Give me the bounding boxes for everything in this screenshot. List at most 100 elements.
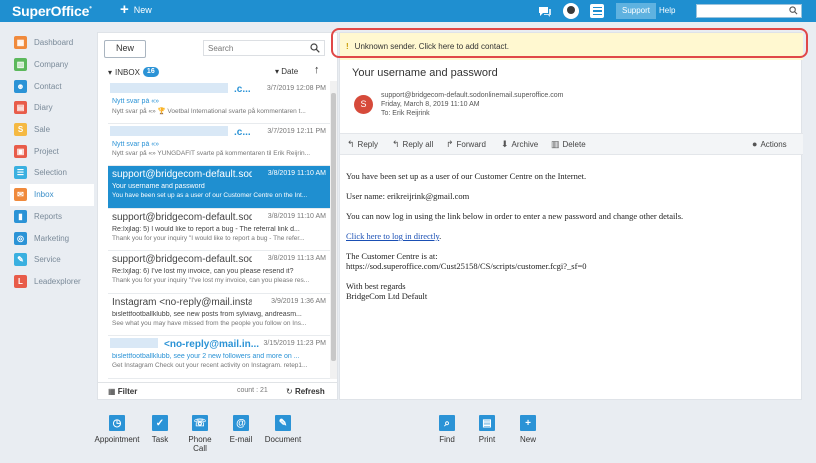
appointment-button[interactable]: ◷ Appointment [94,415,140,444]
sidebar-item-label: Reports [34,211,63,221]
chat-icon[interactable] [537,3,553,19]
message-date: 3/9/2019 1:36 AM [271,297,326,305]
help-button[interactable]: Help [659,3,675,19]
sender-address[interactable]: support@bridgecom-default.sodonlinemail.… [381,91,563,100]
list-footer: ▦ Filter count : 21 ↻ Refresh [98,382,337,400]
action-label: Document [264,435,302,444]
action-label: Task [151,435,169,444]
message-meta: support@bridgecom-default.sodonlinemail.… [381,91,563,118]
sidebar-item-label: Company [34,60,69,70]
sidebar-item-marketing[interactable]: ◎ Marketing [10,227,94,249]
login-link[interactable]: Click here to log in directly [346,231,439,241]
message-date: 3/7/2019 12:11 PM [267,127,326,135]
message-subject: Re:Ixjlag: 5) I would like to report a b… [112,225,300,233]
archive-button[interactable]: ⬇ Archive [501,139,538,150]
list-item[interactable]: .c... 3/7/2019 12:11 PM Nytt svar på «» Nyt… [108,124,330,166]
message-date: 3/8/2019 11:13 AM [267,255,326,262]
project-icon: ▣ [14,144,27,158]
message-date: 3/8/2019 11:10 AM [267,212,326,220]
sidebar-item-contact[interactable]: ☻ Contact [10,75,94,97]
diary-icon: ▤ [14,101,27,115]
actions-button[interactable]: ● Actions [752,139,787,149]
e-mail-button[interactable]: @ E-mail [229,415,253,444]
list-item[interactable]: Instagram <no-reply@mail.instagr... 3/9/2… [108,294,330,336]
sidebar-item-project[interactable]: ▣ Project [10,140,94,162]
user-avatar-icon[interactable] [563,3,579,19]
delete-button[interactable]: ▥ Delete [551,139,586,150]
message-subject: Your username and password [112,183,205,190]
message-date: 3/8/2019 11:10 AM [267,170,326,177]
message-date: 3/7/2019 12:08 PM [266,85,326,92]
scrollbar-thumb[interactable] [331,93,336,361]
list-item[interactable]: <no-reply@mail.insta...3/16/2019 11:35 P… [108,379,330,380]
sidebar-item-selection[interactable]: ☰ Selection [10,162,94,184]
action-label: E-mail [229,435,253,444]
sidebar-item-label: Leadexplorer [34,276,81,286]
sidebar-item-leadexplorer[interactable]: L Leadexplorer [10,271,94,293]
sort-direction-icon[interactable]: ↑ [314,64,320,76]
sidebar-item-inbox[interactable]: ✉ Inbox [10,183,94,206]
sidebar-item-sale[interactable]: S Sale [10,119,94,141]
folder-label: INBOX [115,67,140,77]
sidebar-item-service[interactable]: ✎ Service [10,249,94,271]
message-preview: You have been set up as a user of our Cu… [112,192,308,199]
message-sender: support@bridgecom-default.sod... [112,211,252,223]
forward-button[interactable]: ↱ Forward [446,139,486,150]
action-label: Phone Call [188,435,212,453]
sidebar-item-label: Diary [34,103,53,113]
list-item[interactable]: support@bridgecom-default.sod... 3/8/2019… [108,166,330,209]
list-item[interactable]: support@bridgecom-default.sod... 3/8/2019… [108,209,330,251]
message-date: Friday, March 8, 2019 11:10 AM [381,101,480,108]
triangle-down-icon: ▾ [108,67,113,77]
refresh-icon: ↻ [286,387,293,396]
global-search-input[interactable] [696,4,802,18]
list-item[interactable]: .c... 3/7/2019 12:08 PM Nytt svar på «» Nyt… [108,81,330,124]
new-button[interactable]: + New [517,415,539,444]
sort-label: Date [281,67,299,76]
document-button[interactable]: ✎ Document [264,415,302,444]
list-item[interactable]: support@bridgecom-default.sod... 3/8/2019… [108,251,330,294]
sidebar-item-company[interactable]: ▥ Company [10,54,94,76]
find-button[interactable]: ⌕ Find [436,415,458,444]
marketing-icon: ◎ [14,231,27,245]
sidebar-item-label: Contact [34,81,62,91]
new-mail-button[interactable]: New [104,40,146,58]
list-item[interactable]: <no-reply@mail.in... 3/15/2019 11:23 PM bi… [108,336,330,379]
support-button[interactable]: Support [616,3,657,19]
top-new-button[interactable]: + New [120,2,152,17]
refresh-button[interactable]: ↻ Refresh [286,387,325,396]
superoffice-logo[interactable]: SuperOffice• [12,3,92,19]
message-subject: Re:Ixjlag: 6) I've lost my invoice, can … [112,268,294,275]
list-search-placeholder: Search [208,44,234,53]
filter-icon: ▦ [108,387,116,396]
leadexplorer-icon: L [14,274,27,288]
message-recipient: To: Erik Reijrink [381,110,430,117]
menu-icon[interactable] [590,4,604,18]
folder-selector[interactable]: ▾ INBOX 16 [108,67,159,77]
sidebar-item-reports[interactable]: ▮ Reports [10,206,94,228]
user-face-icon [567,6,575,14]
print-button[interactable]: ▤ Print [476,415,498,444]
list-search-input[interactable]: Search [203,40,325,56]
message-subject: Nytt svar på «» [112,140,160,148]
sidebar-item-label: Project [34,146,59,156]
list-scrollbar[interactable] [330,81,337,379]
highlight-ring [331,28,808,58]
message-list-pane: New Search ▾ INBOX 16 ▾ Date ↑ .c... 3/7/… [97,32,338,400]
message-sender: support@bridgecom-default.sod... [112,169,252,180]
clock-icon: ◷ [109,415,125,431]
sidebar-item-label: Inbox [34,190,54,200]
filter-button[interactable]: ▦ Filter [108,387,137,396]
task-button[interactable]: ✓ Task [149,415,171,444]
redacted-block [110,83,228,93]
sort-field-selector[interactable]: ▾ Date [275,67,298,76]
action-label: Print [478,435,496,444]
sidebar-item-dashboard[interactable]: ▦ Dashboard [10,32,94,54]
sidebar-item-label: Sale [34,125,51,135]
unread-count-badge: 16 [142,67,159,77]
reply-all-button[interactable]: ↰ Reply all [392,139,433,150]
reply-button[interactable]: ↰ Reply [347,139,378,150]
search-icon [310,43,320,53]
sidebar-item-diary[interactable]: ▤ Diary [10,97,94,119]
phone-call-button[interactable]: ☏ Phone Call [181,415,219,453]
